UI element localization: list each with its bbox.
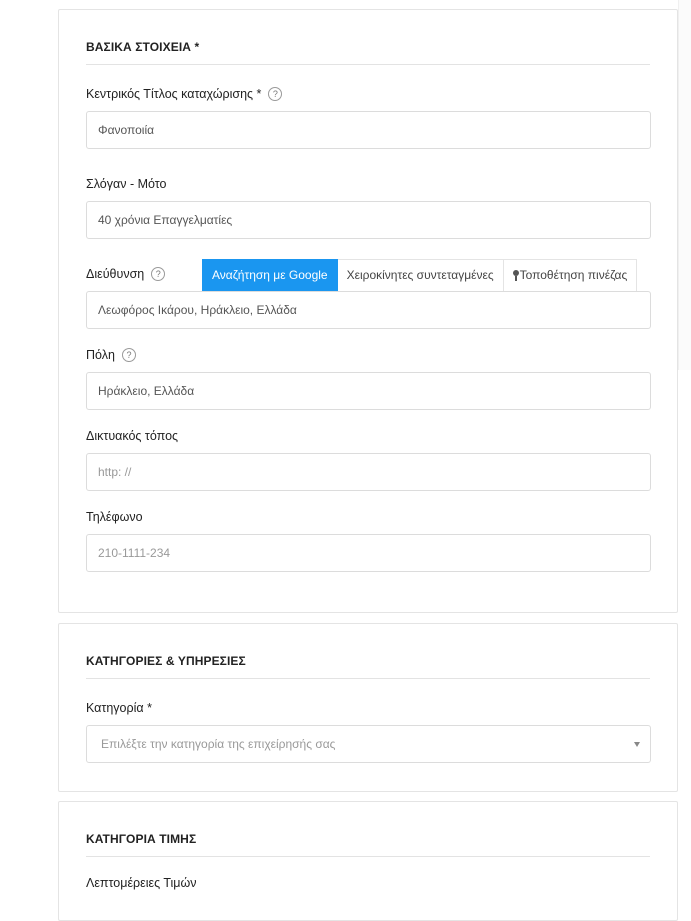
categories-title: ΚΑΤΗΓΟΡΙΕΣ & ΥΠΗΡΕΣΙΕΣ: [86, 654, 650, 679]
tab-manual-coordinates[interactable]: Χειροκίνητες συντεταγμένες: [337, 259, 504, 291]
address-mode-tabs: Αναζήτηση με Google Χειροκίνητες συντετα…: [202, 259, 638, 291]
city-input[interactable]: Ηράκλειο, Ελλάδα: [86, 372, 651, 410]
chevron-down-icon: [634, 742, 640, 747]
category-select[interactable]: Επιλέξτε την κατηγορία της επιχείρησής σ…: [86, 725, 651, 763]
city-label: Πόλη ?: [86, 348, 136, 362]
price-title: ΚΑΤΗΓΟΡΙΑ ΤΙΜΗΣ: [86, 832, 650, 857]
phone-input[interactable]: 210-1111-234: [86, 534, 651, 572]
category-label: Κατηγορία *: [86, 701, 152, 715]
help-icon[interactable]: ?: [268, 87, 283, 101]
phone-label: Τηλέφωνο: [86, 510, 143, 524]
slogan-label: Σλόγαν - Μότο: [86, 177, 167, 191]
basic-info-panel: ΒΑΣΙΚΑ ΣΤΟΙΧΕΙΑ * Κεντρικός Τίτλος καταχ…: [58, 9, 678, 613]
address-label: Διεύθυνση ?: [86, 267, 166, 281]
categories-panel: ΚΑΤΗΓΟΡΙΕΣ & ΥΠΗΡΕΣΙΕΣ Κατηγορία * Επιλέ…: [58, 623, 678, 792]
tab-google-search[interactable]: Αναζήτηση με Google: [202, 259, 338, 291]
help-icon[interactable]: ?: [121, 348, 136, 362]
listing-title-input[interactable]: Φανοποιία: [86, 111, 651, 149]
slogan-input[interactable]: 40 χρόνια Επαγγελματίες: [86, 201, 651, 239]
basic-info-title: ΒΑΣΙΚΑ ΣΤΟΙΧΕΙΑ *: [86, 40, 650, 65]
website-label: Δικτυακός τόπος: [86, 429, 179, 443]
price-panel: ΚΑΤΗΓΟΡΙΑ ΤΙΜΗΣ Λεπτομέρειες Τιμών: [58, 801, 678, 921]
address-input[interactable]: Λεωφόρος Ικάρου, Ηράκλειο, Ελλάδα: [86, 291, 651, 329]
map-pin-icon: [512, 270, 519, 281]
help-icon[interactable]: ?: [151, 267, 166, 281]
website-input[interactable]: http: //: [86, 453, 651, 491]
scrollbar-track[interactable]: [678, 0, 691, 370]
tab-pin-placement[interactable]: Τοποθέτηση πινέζας: [503, 259, 638, 291]
listing-title-label: Κεντρικός Τίτλος καταχώρισης * ?: [86, 87, 283, 101]
price-details-label: Λεπτομέρειες Τιμών: [86, 876, 197, 890]
